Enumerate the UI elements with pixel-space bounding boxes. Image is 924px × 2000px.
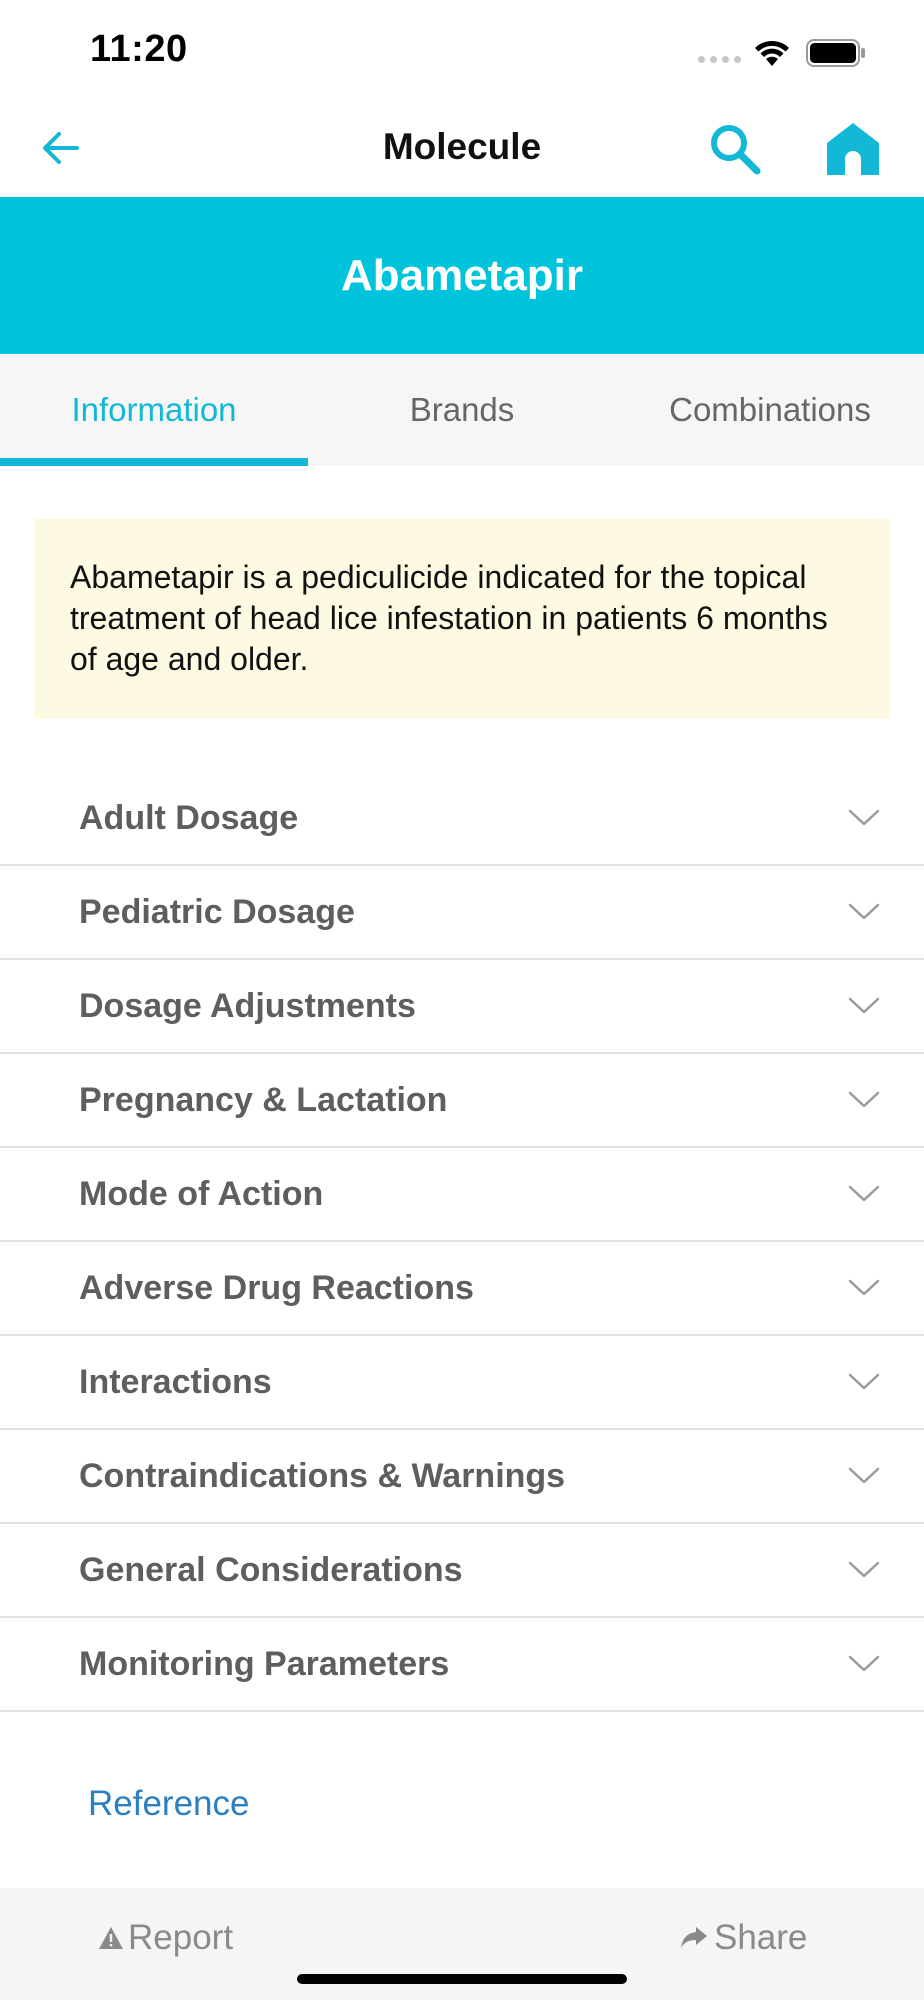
page-title: Molecule (382, 126, 542, 167)
section-general-considerations[interactable]: General Considerations (0, 1524, 924, 1618)
battery-icon (806, 39, 865, 67)
section-label: General Considerations (79, 1550, 463, 1589)
cellular-signal-icon (698, 56, 741, 63)
share-arrow-icon (681, 1927, 707, 1948)
tab-bar: Information Brands Combinations (0, 354, 924, 466)
chevron-down-icon (844, 798, 884, 838)
molecule-header: Abametapir (0, 197, 924, 354)
section-label: Adverse Drug Reactions (79, 1268, 474, 1307)
chevron-down-icon (844, 892, 884, 932)
section-label: Pediatric Dosage (79, 892, 355, 931)
section-dosage-adjustments[interactable]: Dosage Adjustments (0, 960, 924, 1054)
section-adult-dosage[interactable]: Adult Dosage (0, 772, 924, 866)
section-label: Pregnancy & Lactation (79, 1080, 448, 1119)
section-adverse-drug-reactions[interactable]: Adverse Drug Reactions (0, 1242, 924, 1336)
arrow-left-icon (43, 132, 79, 164)
navigation-bar: Molecule (0, 100, 924, 197)
report-button[interactable]: Report (98, 1918, 233, 1958)
section-pregnancy-lactation[interactable]: Pregnancy & Lactation (0, 1054, 924, 1148)
chevron-down-icon (844, 1362, 884, 1402)
section-contraindications-warnings[interactable]: Contraindications & Warnings (0, 1430, 924, 1524)
chevron-down-icon (844, 1174, 884, 1214)
chevron-down-icon (844, 1644, 884, 1684)
section-monitoring-parameters[interactable]: Monitoring Parameters (0, 1618, 924, 1712)
section-pediatric-dosage[interactable]: Pediatric Dosage (0, 866, 924, 960)
back-button[interactable] (28, 122, 94, 174)
section-label: Adult Dosage (79, 798, 299, 837)
summary-box: Abametapir is a pediculicide indicated f… (34, 519, 890, 719)
warning-triangle-icon (99, 1927, 123, 1949)
share-button[interactable]: Share (680, 1918, 807, 1958)
summary-text: Abametapir is a pediculicide indicated f… (70, 559, 828, 677)
molecule-name: Abametapir (340, 250, 584, 300)
reference-link[interactable]: Reference (88, 1784, 249, 1824)
chevron-down-icon (844, 1456, 884, 1496)
tab-brands[interactable]: Brands (308, 354, 616, 466)
home-button[interactable] (820, 116, 886, 182)
search-icon (711, 125, 761, 175)
wifi-icon (755, 40, 789, 66)
section-label: Interactions (79, 1362, 272, 1401)
chevron-down-icon (844, 986, 884, 1026)
report-label: Report (128, 1918, 234, 1957)
section-label: Contraindications & Warnings (79, 1456, 566, 1495)
chevron-down-icon (844, 1268, 884, 1308)
section-label: Monitoring Parameters (79, 1644, 450, 1683)
status-time: 11:20 (90, 28, 188, 70)
share-label: Share (714, 1918, 808, 1957)
section-mode-of-action[interactable]: Mode of Action (0, 1148, 924, 1242)
tab-combinations[interactable]: Combinations (616, 354, 924, 466)
tab-information[interactable]: Information (0, 354, 308, 466)
home-indicator (297, 1974, 627, 1984)
section-label: Mode of Action (79, 1174, 324, 1213)
status-bar: 11:20 (0, 0, 924, 100)
section-label: Dosage Adjustments (79, 986, 416, 1025)
home-icon (827, 123, 879, 175)
section-interactions[interactable]: Interactions (0, 1336, 924, 1430)
search-button[interactable] (702, 118, 768, 180)
information-sections: Adult Dosage Pediatric Dosage Dosage Adj… (0, 772, 924, 1712)
chevron-down-icon (844, 1080, 884, 1120)
chevron-down-icon (844, 1550, 884, 1590)
